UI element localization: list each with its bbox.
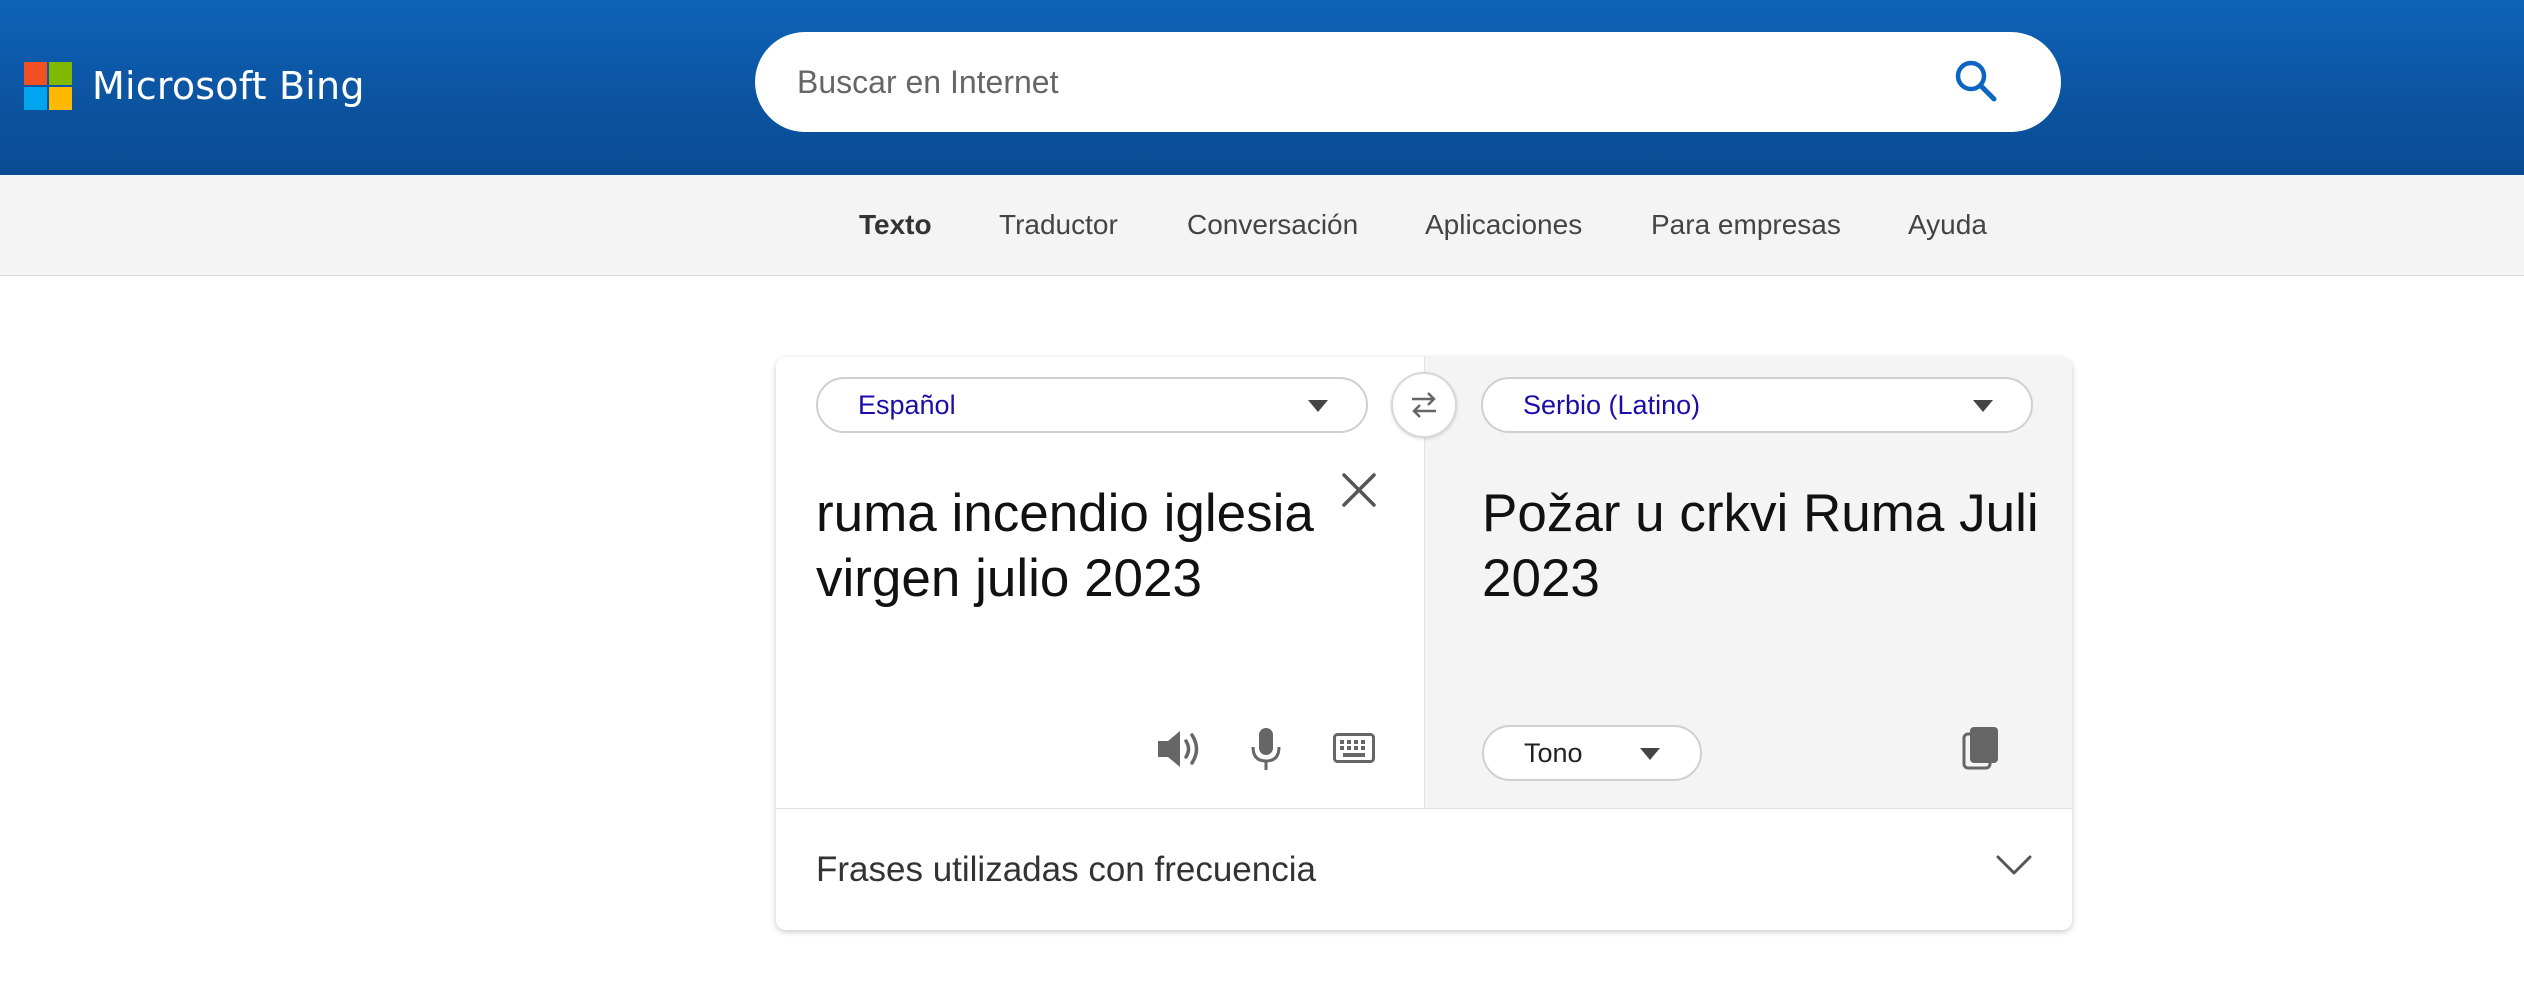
nav-item-ayuda[interactable]: Ayuda <box>1908 209 1987 241</box>
main-nav: Texto Traductor Conversación Aplicacione… <box>0 175 2524 276</box>
chevron-down-icon <box>1640 748 1660 760</box>
translated-text: Požar u crkvi Ruma Juli 2023 <box>1482 484 2039 608</box>
nav-item-traductor[interactable]: Traductor <box>999 209 1118 241</box>
swap-languages-button[interactable] <box>1391 372 1457 438</box>
brand-name: Microsoft Bing <box>92 64 365 108</box>
copy-icon[interactable] <box>1962 726 2000 770</box>
source-text-input[interactable]: ruma incendio iglesia virgen julio 2023 <box>816 481 1316 611</box>
source-language-select[interactable]: Español <box>816 377 1368 433</box>
nav-item-aplicaciones[interactable]: Aplicaciones <box>1425 209 1582 241</box>
tone-label: Tono <box>1524 737 1583 768</box>
frequent-phrases-label: Frases utilizadas con frecuencia <box>816 850 1316 889</box>
nav-item-texto[interactable]: Texto <box>859 209 932 241</box>
swap-icon <box>1412 392 1436 418</box>
microsoft-logo-icon <box>24 62 72 110</box>
tone-button[interactable]: Tono <box>1482 725 1702 781</box>
search-icon[interactable] <box>1953 58 1999 104</box>
target-language-select[interactable]: Serbio (Latino) <box>1481 377 2033 433</box>
translator-card: Español ruma incendio iglesia virgen jul… <box>776 357 2072 930</box>
chevron-down-icon <box>1308 400 1328 412</box>
chevron-down-icon <box>1973 400 1993 412</box>
frequent-phrases-row[interactable]: Frases utilizadas con frecuencia <box>776 808 2072 930</box>
search-input[interactable] <box>797 63 1897 101</box>
chevron-down-icon[interactable] <box>1996 853 2032 877</box>
search-box <box>755 32 2061 132</box>
header-bar: Microsoft Bing <box>0 0 2524 175</box>
keyboard-icon[interactable] <box>1333 733 1375 765</box>
source-pane: Español ruma incendio iglesia virgen jul… <box>776 357 1424 808</box>
nav-item-para-empresas[interactable]: Para empresas <box>1651 209 1841 241</box>
close-icon[interactable] <box>1336 467 1382 513</box>
nav-item-conversacion[interactable]: Conversación <box>1187 209 1358 241</box>
target-language-label: Serbio (Latino) <box>1523 389 1701 420</box>
target-pane: Serbio (Latino) Požar u crkvi Ruma Juli … <box>1424 357 2072 808</box>
microphone-icon[interactable] <box>1249 727 1283 771</box>
source-language-label: Español <box>858 389 956 420</box>
speaker-icon[interactable] <box>1156 727 1202 771</box>
bing-logo[interactable]: Microsoft Bing <box>24 62 365 110</box>
